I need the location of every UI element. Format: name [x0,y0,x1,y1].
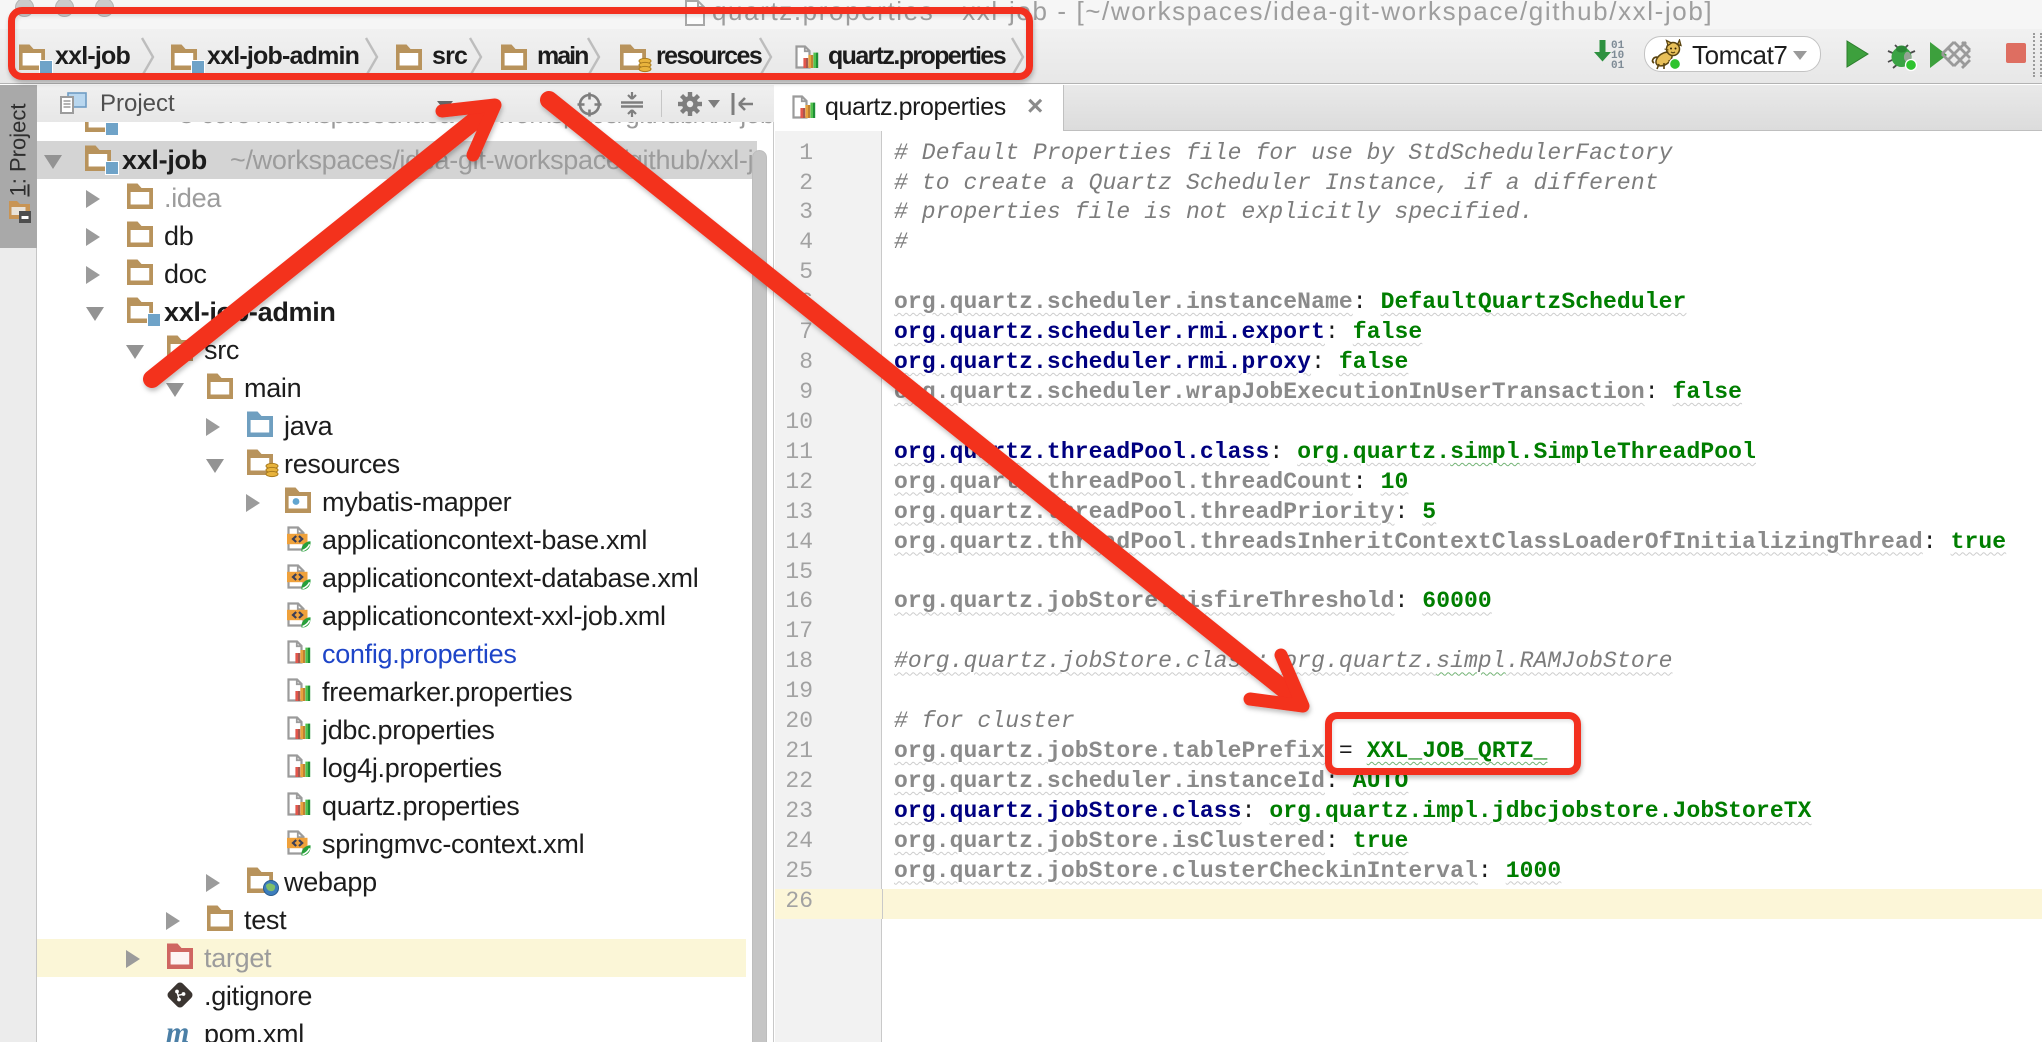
svg-text:01: 01 [1611,60,1625,72]
